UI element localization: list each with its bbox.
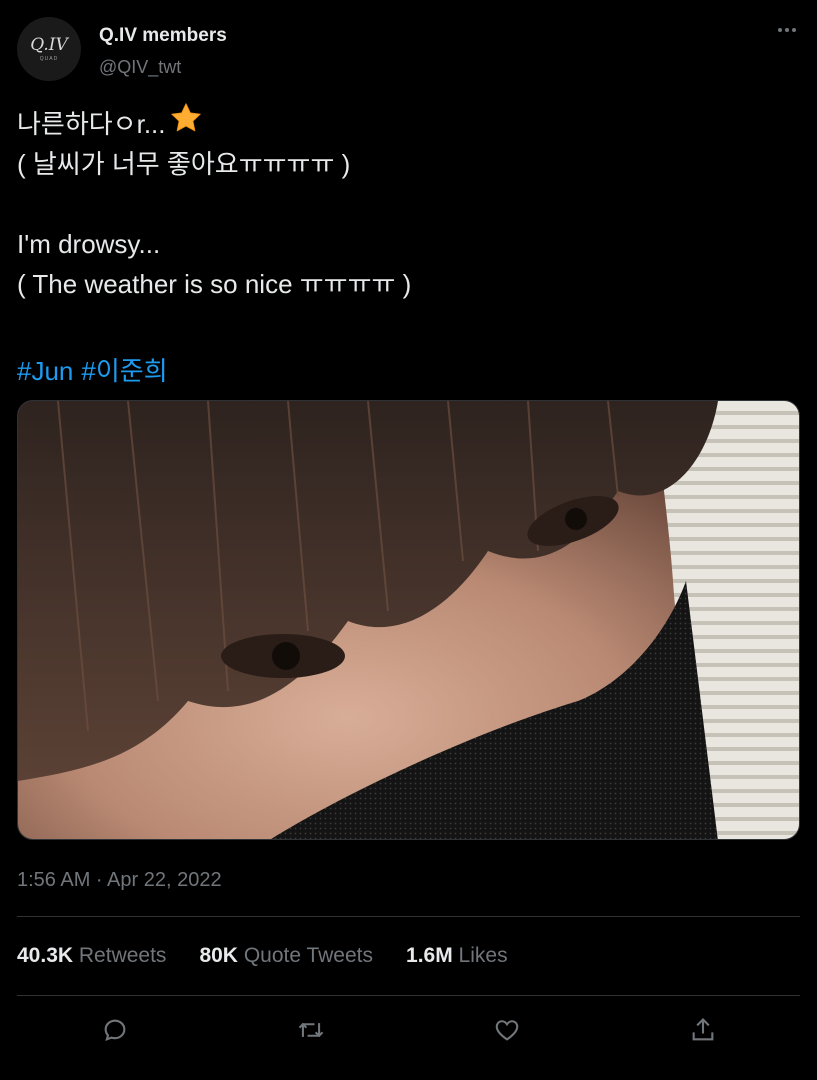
tweet-stats: 40.3K Retweets 80K Quote Tweets 1.6M Lik… xyxy=(17,944,541,968)
star-emoji-icon xyxy=(169,102,203,145)
author-display-name[interactable]: Q.IV members xyxy=(99,25,227,47)
retweet-icon[interactable] xyxy=(295,1014,327,1046)
avatar[interactable]: Q.IV QUAD xyxy=(17,17,81,81)
divider xyxy=(17,995,800,996)
divider xyxy=(17,916,800,917)
author-handle[interactable]: @QIV_twt xyxy=(99,57,181,78)
retweets-stat[interactable]: 40.3K Retweets xyxy=(17,944,166,968)
photo-image xyxy=(18,401,799,839)
hashtag-link[interactable]: #이준희 xyxy=(81,356,167,386)
tweet-line xyxy=(17,184,797,224)
hashtags: #Jun #이준희 xyxy=(17,351,176,391)
avatar-logo-subtext: QUAD xyxy=(39,55,59,62)
hashtag-link[interactable]: #Jun xyxy=(17,356,73,386)
reply-icon[interactable] xyxy=(99,1014,131,1046)
like-icon[interactable] xyxy=(491,1014,523,1046)
share-icon[interactable] xyxy=(687,1014,719,1046)
quote-tweets-stat[interactable]: 80K Quote Tweets xyxy=(199,944,373,968)
tweet-line: ( 날씨가 너무 좋아요ㅠㅠㅠㅠ ) xyxy=(17,149,351,179)
tweet-line: 나른하다ㅇr... xyxy=(17,102,797,145)
tweet-timestamp[interactable]: 1:56 AM · Apr 22, 2022 xyxy=(17,869,222,892)
tweet-line: I'm drowsy... xyxy=(17,229,161,259)
likes-stat[interactable]: 1.6M Likes xyxy=(406,944,508,968)
tweet-photo[interactable] xyxy=(17,400,800,840)
avatar-logo-text: Q.IV xyxy=(30,34,68,55)
tweet-actions xyxy=(0,1010,817,1050)
tweet-line: ( The weather is so nice ㅠㅠㅠㅠ ) xyxy=(17,269,412,299)
tweet-text: 나른하다ㅇr... ( 날씨가 너무 좋아요ㅠㅠㅠㅠ ) I'm drowsy.… xyxy=(17,102,797,304)
more-options-icon[interactable] xyxy=(775,18,799,42)
